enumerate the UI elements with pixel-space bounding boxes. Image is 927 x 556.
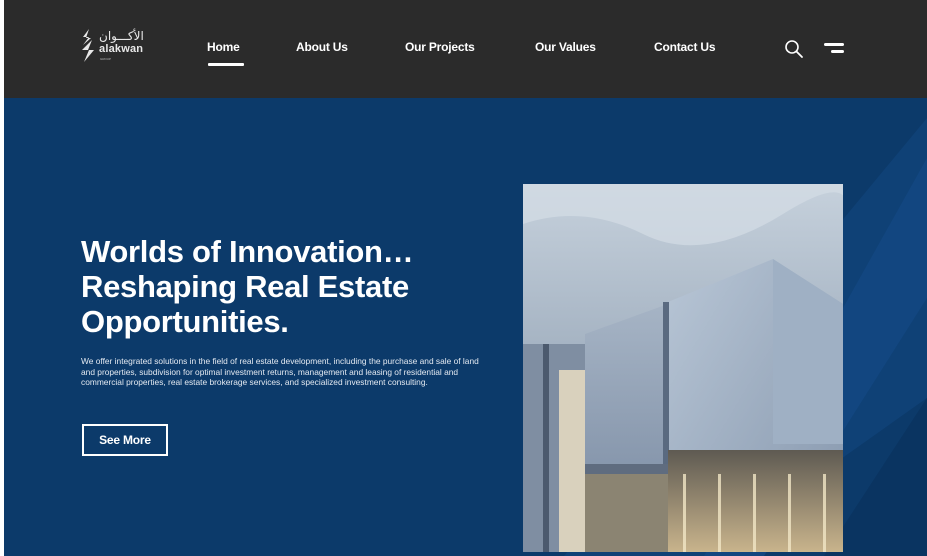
search-icon[interactable] (784, 39, 804, 59)
brand-latin-name: alakwan (99, 43, 144, 55)
brand-logo[interactable]: الأكـــوان alakwan GROUP (80, 28, 160, 66)
logo-mark-icon (82, 29, 94, 62)
nav-active-indicator (208, 63, 244, 66)
nav-contact-us[interactable]: Contact Us (654, 40, 716, 56)
page: الأكـــوان alakwan GROUP Home About Us O… (4, 0, 927, 556)
hero-title-line-3: Opportunities. (81, 304, 289, 339)
hero-section: Worlds of Innovation… Reshaping Real Est… (4, 98, 927, 556)
hero-title: Worlds of Innovation… Reshaping Real Est… (81, 234, 501, 339)
hero-description: We offer integrated solutions in the fie… (81, 356, 479, 388)
hero-title-line-2: Reshaping Real Estate (81, 269, 409, 304)
brand-tagline: GROUP (100, 57, 112, 61)
hero-title-line-1: Worlds of Innovation… (81, 234, 414, 269)
nav-home[interactable]: Home (207, 40, 240, 56)
menu-icon[interactable] (824, 40, 846, 56)
see-more-button[interactable]: See More (82, 424, 168, 456)
nav-our-values[interactable]: Our Values (535, 40, 596, 56)
brand-arabic-name: الأكـــوان (99, 29, 144, 43)
nav-our-projects[interactable]: Our Projects (405, 40, 475, 56)
hero-building-image (523, 184, 843, 552)
site-header: الأكـــوان alakwan GROUP Home About Us O… (4, 0, 927, 98)
nav-about-us[interactable]: About Us (296, 40, 348, 56)
